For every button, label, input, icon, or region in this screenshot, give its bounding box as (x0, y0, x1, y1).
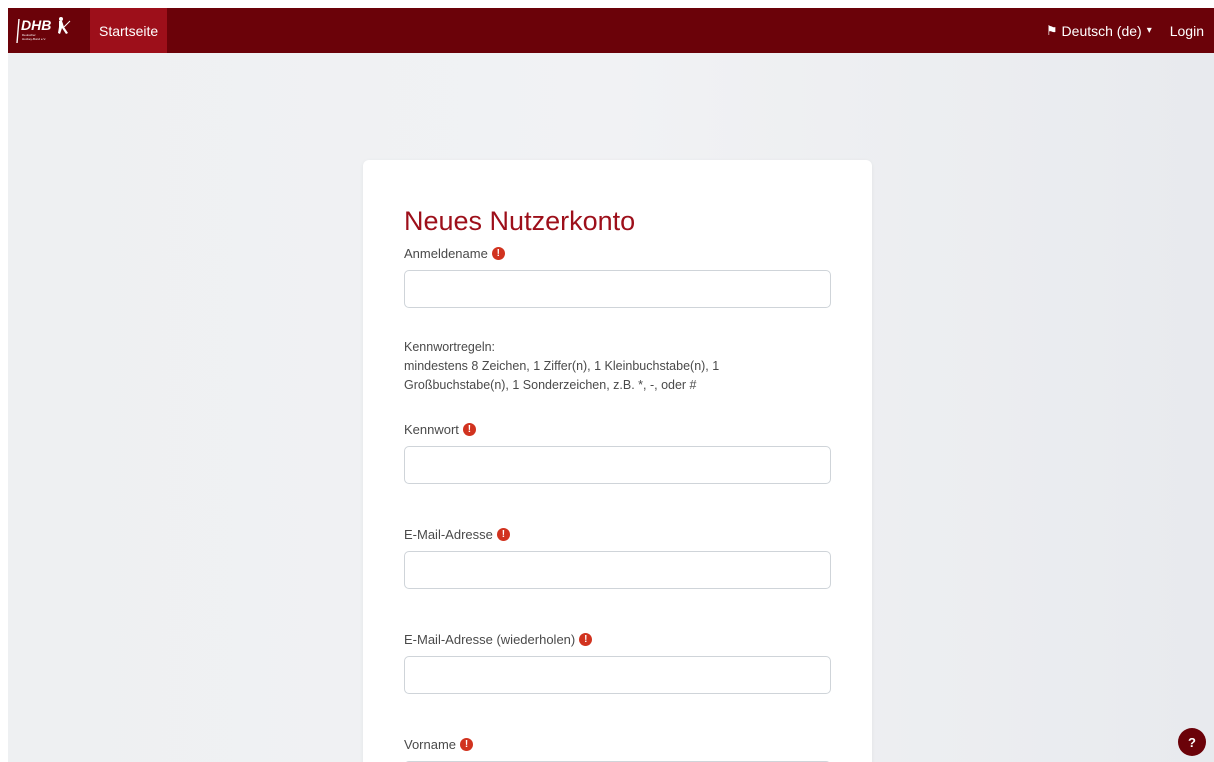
password-rules-line-1: mindestens 8 Zeichen, 1 Ziffer(n), 1 Kle… (404, 359, 720, 373)
login-link[interactable]: Login (1170, 8, 1214, 53)
language-selector[interactable]: ⚑ Deutsch (de) ▾ (1046, 8, 1170, 53)
exclamation-circle-icon: ! (579, 633, 593, 646)
chevron-down-icon: ▾ (1146, 25, 1152, 36)
email-label-text: E-Mail-Adresse (404, 527, 493, 542)
svg-text:DHB: DHB (21, 17, 51, 33)
exclamation-circle-icon: ! (491, 247, 505, 260)
password-rules-heading: Kennwortregeln: (404, 340, 496, 354)
username-label-text: Anmeldename (404, 246, 488, 261)
firstname-label-text: Vorname (404, 737, 457, 752)
dhb-logo-icon: DHB Deutscher Hockey-Bund e.V. (16, 16, 71, 43)
exclamation-circle-icon: ! (496, 528, 510, 541)
email-repeat-input[interactable] (404, 656, 831, 694)
password-input[interactable] (404, 446, 831, 484)
username-input[interactable] (404, 270, 831, 308)
signup-card: Neues Nutzerkonto Anmeldename ! Kennwort… (363, 160, 872, 762)
email-repeat-label-text: E-Mail-Adresse (wiederholen) (404, 632, 576, 647)
page-frame: DHB Deutscher Hockey-Bund e.V. Startseit… (8, 8, 1214, 762)
help-label: ? (1188, 734, 1196, 750)
email-repeat-label: E-Mail-Adresse (wiederholen) ! (404, 632, 831, 647)
password-label: Kennwort ! (404, 422, 831, 437)
exclamation-circle-icon: ! (460, 738, 474, 751)
svg-text:Hockey-Bund e.V.: Hockey-Bund e.V. (22, 37, 46, 41)
flag-icon: ⚑ (1045, 22, 1058, 38)
username-label: Anmeldename ! (404, 246, 831, 261)
password-rules-line-2: Großbuchstabe(n), 1 Sonderzeichen, z.B. … (404, 378, 697, 392)
dhb-logo[interactable]: DHB Deutscher Hockey-Bund e.V. (8, 8, 90, 53)
login-label: Login (1169, 22, 1204, 39)
top-navbar: DHB Deutscher Hockey-Bund e.V. Startseit… (8, 8, 1214, 53)
exclamation-circle-icon: ! (462, 423, 476, 436)
nav-home-link[interactable]: Startseite (90, 8, 168, 53)
password-rules: Kennwortregeln: mindestens 8 Zeichen, 1 … (404, 338, 831, 395)
nav-home-label: Startseite (99, 22, 159, 39)
language-label: Deutsch (de) (1061, 22, 1142, 39)
email-label: E-Mail-Adresse ! (404, 527, 831, 542)
password-label-text: Kennwort (404, 422, 459, 437)
firstname-label: Vorname ! (404, 737, 831, 752)
page-title: Neues Nutzerkonto (404, 206, 636, 236)
email-input[interactable] (404, 551, 831, 589)
help-button[interactable]: ? (1178, 728, 1206, 756)
